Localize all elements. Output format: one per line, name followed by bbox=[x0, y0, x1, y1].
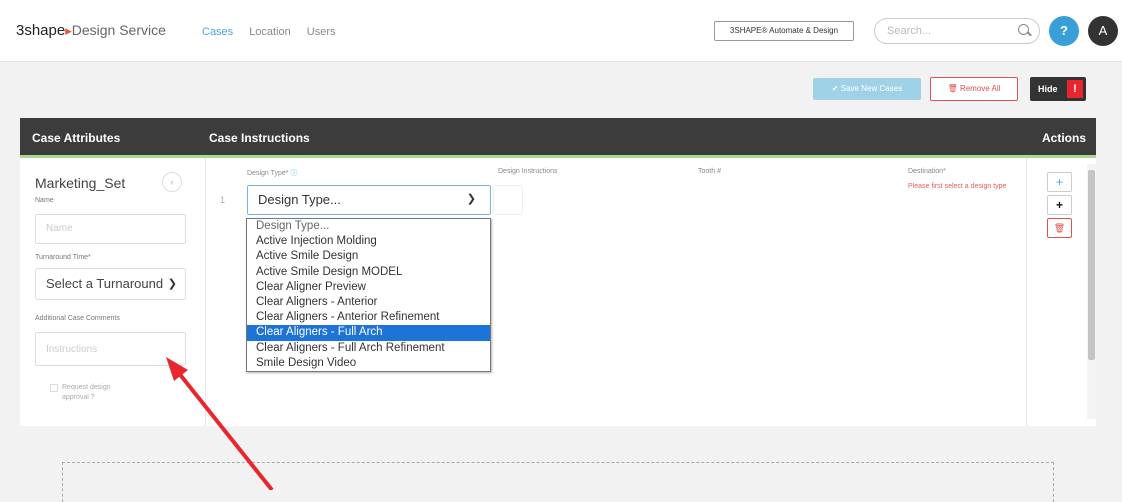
hide-button[interactable]: Hide ! bbox=[1030, 77, 1086, 101]
comments-field[interactable]: Instructions bbox=[35, 332, 186, 366]
save-new-cases-button[interactable]: ✔ Save New Cases bbox=[813, 78, 921, 100]
nav-item-users[interactable]: Users bbox=[307, 26, 336, 38]
comments-placeholder: Instructions bbox=[46, 344, 98, 355]
case-name: Marketing_Set bbox=[35, 175, 126, 191]
nav-item-cases[interactable]: Cases bbox=[202, 26, 233, 38]
name-field[interactable]: Name bbox=[35, 214, 186, 244]
chevron-down-icon: ❯ bbox=[466, 193, 476, 205]
turnaround-value: Select a Turnaround bbox=[46, 276, 164, 291]
nav-item-location[interactable]: Location bbox=[249, 26, 291, 38]
design-type-options: Design Type... Active Injection Molding Ac… bbox=[246, 218, 491, 372]
chevron-down-icon: ❯ bbox=[167, 278, 177, 290]
partner-badge: 3SHAPE® Automate & Design bbox=[714, 21, 854, 41]
hide-label: Hide bbox=[1038, 84, 1058, 94]
tooth-label: Tooth # bbox=[698, 168, 721, 175]
name-placeholder: Name bbox=[46, 223, 73, 234]
request-approval-checkbox[interactable]: Request design approval ? bbox=[50, 383, 111, 403]
design-type-label: Design Type* ⓘ bbox=[247, 170, 298, 177]
design-type-option[interactable]: Clear Aligner Preview bbox=[247, 280, 490, 295]
add-instruction-button[interactable]: + bbox=[1047, 172, 1072, 192]
help-button[interactable]: ? bbox=[1049, 16, 1079, 46]
comments-label: Additional Case Comments bbox=[35, 315, 120, 322]
design-type-option[interactable]: Clear Aligners - Full Arch bbox=[247, 325, 490, 341]
main-nav: Cases Location Users bbox=[202, 26, 336, 38]
design-type-option[interactable]: Smile Design Video bbox=[247, 356, 490, 371]
checkbox-label-line1: Request design bbox=[62, 384, 111, 391]
design-type-select[interactable]: Design Type... ❯ bbox=[247, 185, 491, 215]
design-instructions-label: Design Instructions bbox=[498, 168, 558, 175]
destination-note: Please first select a design type bbox=[908, 183, 1007, 190]
case-row: Marketing_Set ‹ Name Name Turnaround Tim… bbox=[20, 158, 1096, 426]
collapse-icon[interactable]: ‹ bbox=[162, 172, 182, 192]
avatar[interactable]: A bbox=[1088, 16, 1118, 46]
search-icon[interactable] bbox=[1018, 24, 1029, 35]
row-number: 1 bbox=[220, 195, 226, 205]
design-type-option[interactable]: Active Smile Design bbox=[247, 249, 490, 264]
brand-service: Design Service bbox=[71, 22, 166, 38]
brand-name: 3shape bbox=[16, 22, 66, 39]
top-bar: 3shape▸Design Service Cases Location Use… bbox=[0, 0, 1122, 62]
turnaround-label: Turnaround Time* bbox=[35, 254, 91, 261]
design-type-option[interactable]: Design Type... bbox=[247, 219, 490, 234]
checkbox-label-line2: approval ? bbox=[62, 394, 95, 401]
design-type-option[interactable]: Clear Aligners - Anterior bbox=[247, 295, 490, 310]
design-type-value: Design Type... bbox=[258, 192, 341, 207]
search-placeholder: Search... bbox=[887, 25, 932, 37]
actions-column: + + 🗑 bbox=[1026, 158, 1096, 426]
destination-label: Destination* bbox=[908, 168, 946, 175]
col-header-actions: Actions bbox=[1041, 131, 1086, 145]
info-icon[interactable]: ⓘ bbox=[290, 170, 297, 177]
design-type-option[interactable]: Clear Aligners - Full Arch Refinement bbox=[247, 341, 490, 356]
design-type-option[interactable]: Active Smile Design MODEL bbox=[247, 265, 490, 280]
scrollbar[interactable] bbox=[1087, 164, 1096, 419]
alert-icon: ! bbox=[1067, 80, 1083, 98]
table-header: Case Attributes Case Instructions Action… bbox=[20, 118, 1096, 158]
design-type-option[interactable]: Clear Aligners - Anterior Refinement bbox=[247, 310, 490, 325]
delete-button[interactable]: 🗑 bbox=[1047, 218, 1072, 238]
scrollbar-thumb[interactable] bbox=[1088, 170, 1095, 360]
design-instructions-field[interactable] bbox=[493, 185, 523, 215]
col-header-attributes: Case Attributes bbox=[32, 131, 121, 145]
case-attributes: Marketing_Set ‹ Name Name Turnaround Tim… bbox=[20, 158, 206, 426]
brand-logo[interactable]: 3shape▸Design Service bbox=[16, 22, 166, 39]
turnaround-select[interactable]: Select a Turnaround ❯ bbox=[35, 268, 186, 300]
case-instructions: Design Type* ⓘ Design Instructions Tooth… bbox=[206, 158, 1026, 426]
drop-zone[interactable] bbox=[62, 462, 1054, 502]
add-row-button[interactable]: + bbox=[1047, 195, 1072, 215]
name-label: Name bbox=[35, 197, 54, 204]
design-type-option[interactable]: Active Injection Molding bbox=[247, 234, 490, 249]
search-input[interactable]: Search... bbox=[874, 18, 1040, 44]
checkbox-box[interactable] bbox=[50, 384, 58, 392]
col-header-instructions: Case Instructions bbox=[209, 131, 310, 145]
remove-all-button[interactable]: 🗑 Remove All bbox=[930, 77, 1018, 101]
